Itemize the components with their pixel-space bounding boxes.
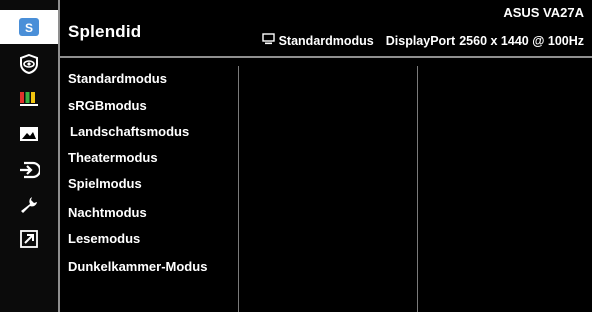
status-input: DisplayPort xyxy=(385,33,456,48)
column-divider xyxy=(238,66,239,312)
sidebar-item-input[interactable] xyxy=(0,153,58,187)
sidebar-item-splendid[interactable]: S xyxy=(0,10,58,44)
sidebar-item-image[interactable] xyxy=(0,117,58,151)
wrench-icon xyxy=(19,195,39,215)
menu-item-dunkelkammer-modus[interactable]: Dunkelkammer-Modus xyxy=(68,259,207,274)
eye-care-icon xyxy=(19,54,39,74)
sidebar-item-system[interactable] xyxy=(0,188,58,222)
header: Splendid ASUS VA27A Standardmodus Displa… xyxy=(60,0,592,58)
menu-item-lesemodus[interactable]: Lesemodus xyxy=(68,231,140,246)
sidebar-item-eye-care[interactable] xyxy=(0,47,58,81)
sidebar-item-color[interactable] xyxy=(0,82,58,116)
menu-item-theatermodus[interactable]: Theatermodus xyxy=(68,150,158,165)
sidebar-item-shortcut[interactable] xyxy=(0,222,58,256)
splendid-icon: S xyxy=(18,17,40,37)
page-title: Splendid xyxy=(68,22,142,41)
column-divider xyxy=(417,66,418,312)
menu-item-standardmodus[interactable]: Standardmodus xyxy=(68,71,167,86)
menu-item-srgbmodus[interactable]: sRGBmodus xyxy=(68,98,147,113)
status-resolution: 2560 x 1440 @ 100Hz xyxy=(459,33,584,48)
shortcut-icon xyxy=(20,230,38,248)
menu-item-spielmodus[interactable]: Spielmodus xyxy=(68,176,142,191)
color-bars-icon xyxy=(19,91,39,107)
status-mode: Standardmodus xyxy=(278,33,374,48)
monitor-model: ASUS VA27A xyxy=(503,5,584,20)
monitor-icon xyxy=(261,33,275,48)
menu-item-landschaftsmodus[interactable]: Landschaftsmodus xyxy=(70,124,189,139)
sidebar: S xyxy=(0,0,60,312)
input-select-icon xyxy=(18,160,40,180)
status-bar: Standardmodus DisplayPort 2560 x 1440 @ … xyxy=(261,33,584,48)
image-icon xyxy=(19,126,39,142)
osd-menu: S Splendid ASUS VA27A Standardmodus Disp… xyxy=(0,0,592,312)
svg-text:S: S xyxy=(25,21,33,35)
menu-item-nachtmodus[interactable]: Nachtmodus xyxy=(68,205,147,220)
